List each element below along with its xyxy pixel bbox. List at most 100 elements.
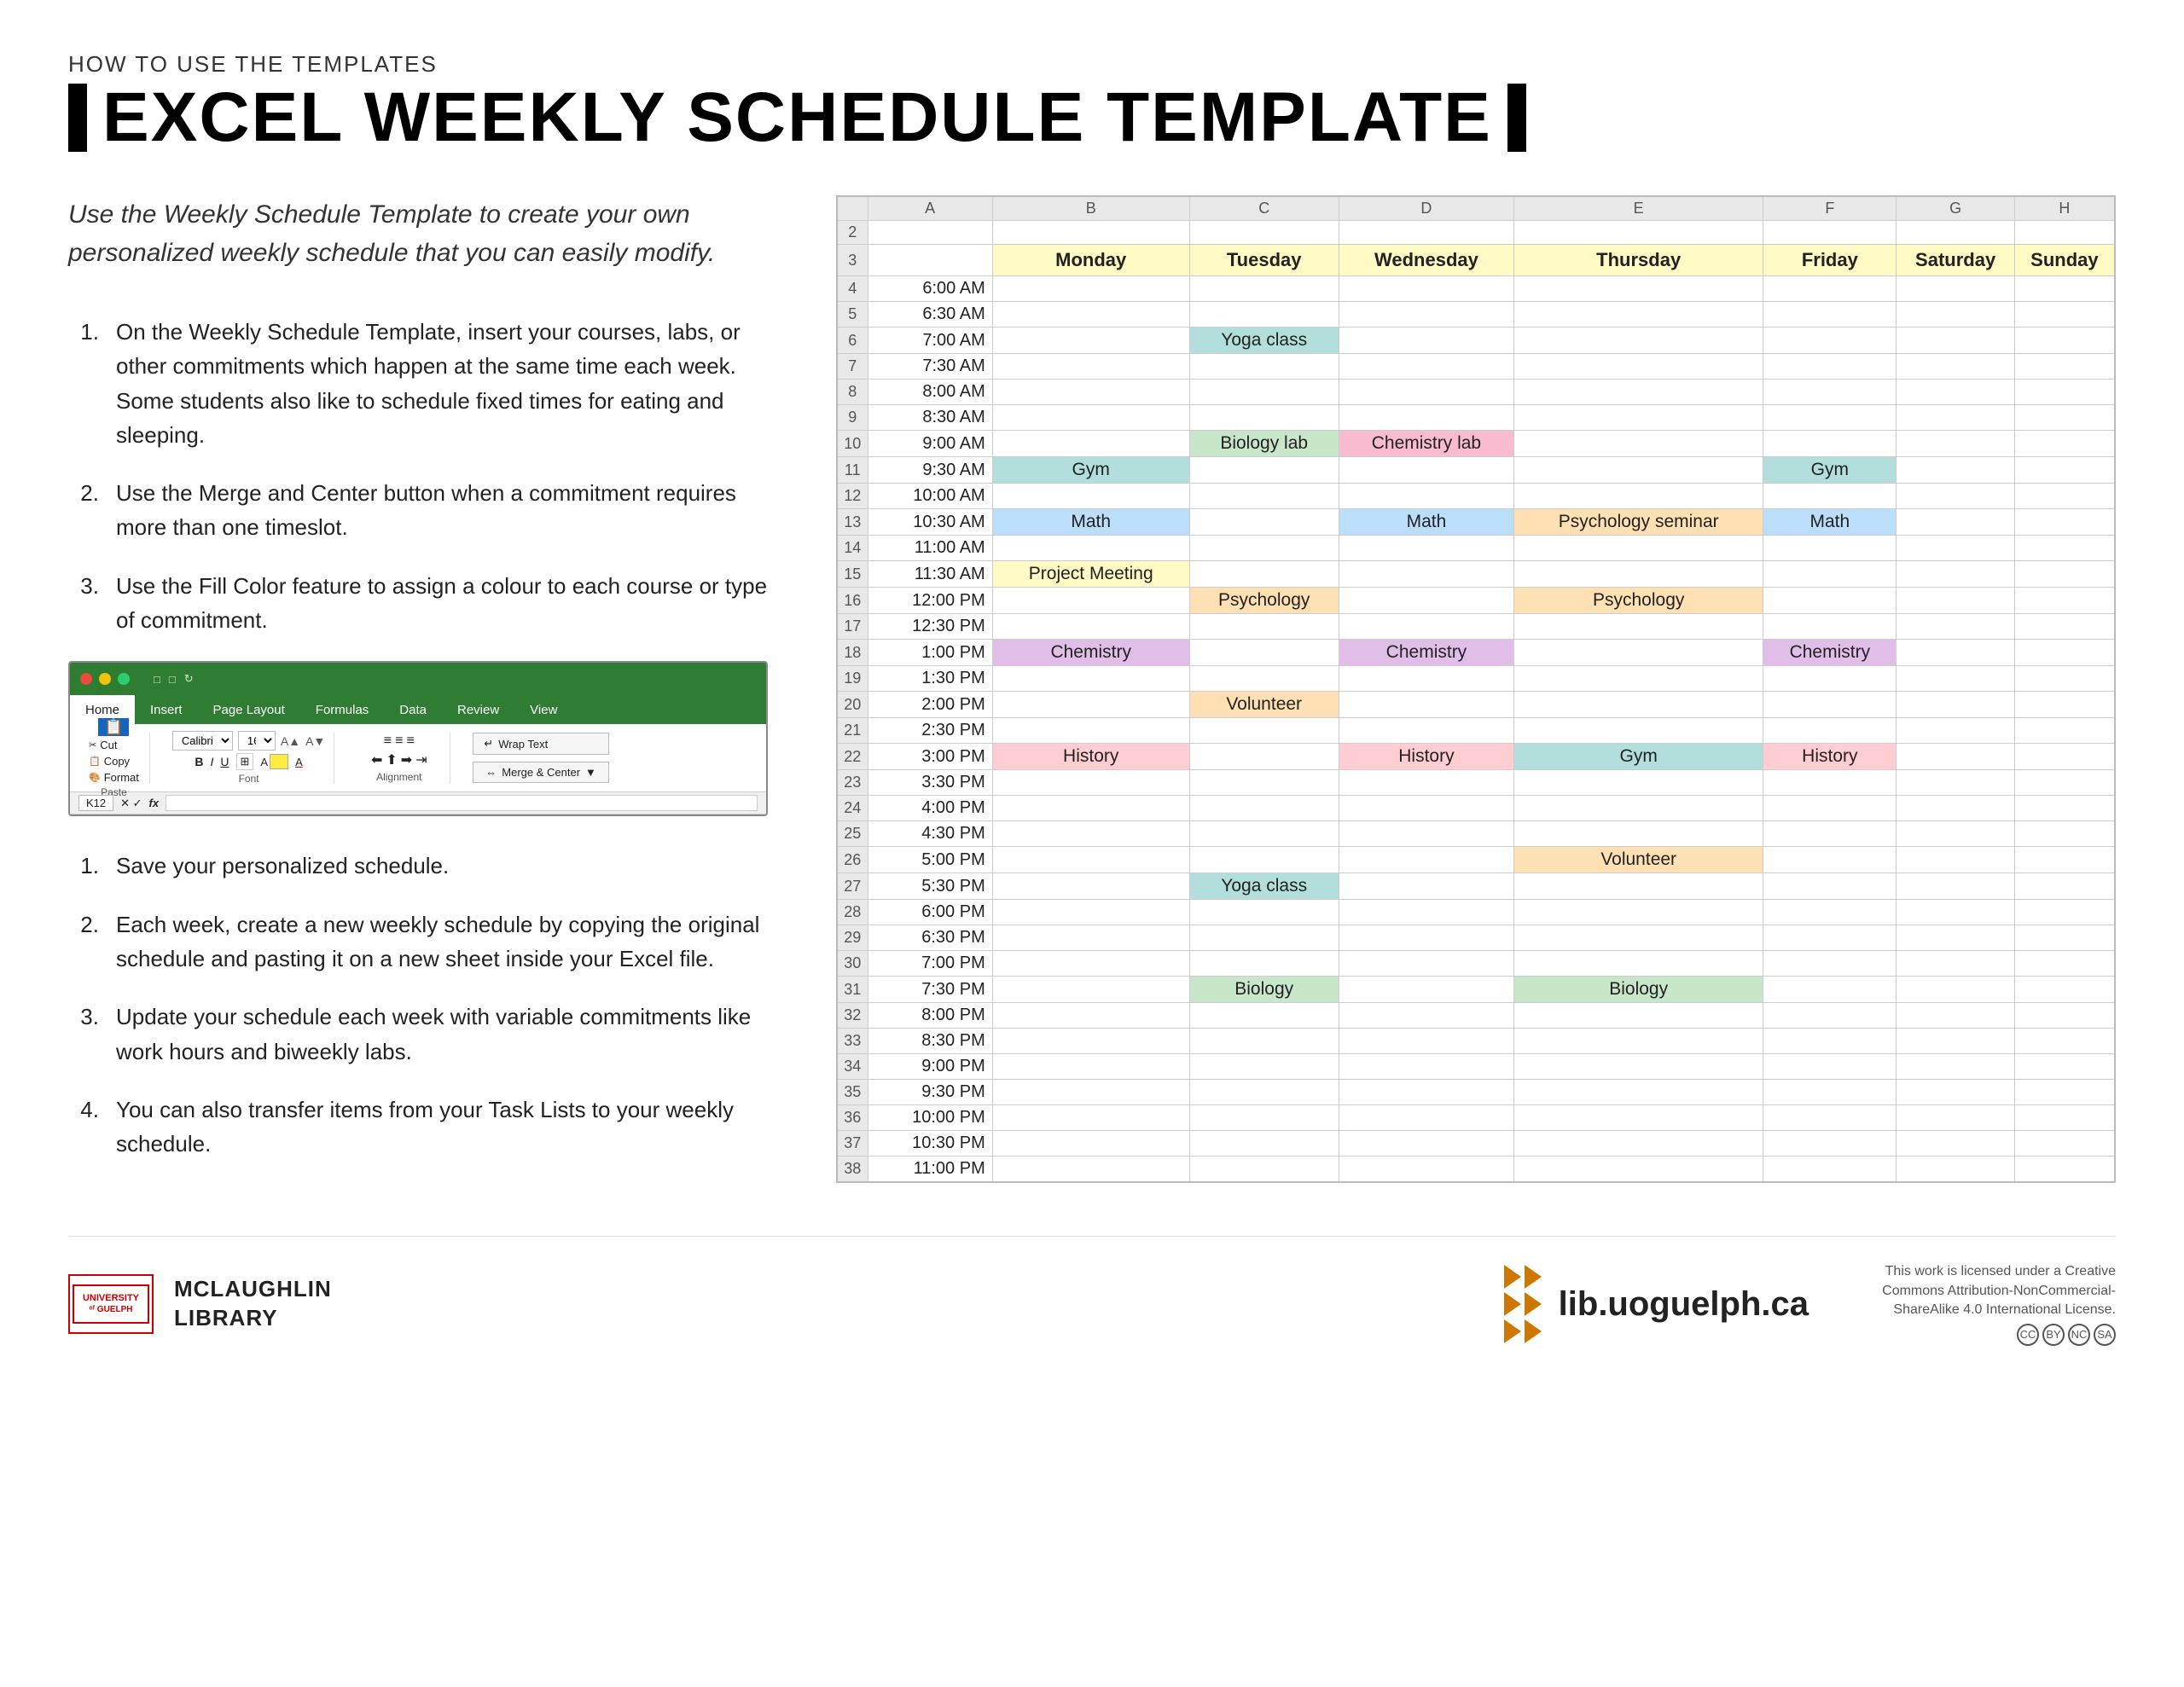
library-name: McLaughlin Library — [174, 1275, 332, 1333]
cell-18-6 — [2014, 640, 2115, 666]
cell-35-1 — [1189, 1080, 1339, 1105]
tab-data[interactable]: Data — [384, 695, 442, 724]
cell-31-4 — [1763, 977, 1896, 1003]
time-23: 3:30 PM — [868, 770, 992, 796]
cell-34-1 — [1189, 1054, 1339, 1080]
cell-22-5 — [1896, 744, 2014, 770]
cell-16-3: Psychology — [1514, 588, 1763, 614]
clipboard-buttons: ✂ Cut 📋 Copy 🎨 Format — [89, 739, 139, 784]
align-top-button[interactable]: ≡ — [384, 733, 392, 749]
cell-38-2 — [1339, 1157, 1513, 1183]
font-size-select[interactable]: 16 — [238, 731, 276, 751]
align-left-button[interactable]: ⬅ — [371, 751, 382, 768]
align-bottom-button[interactable]: ≡ — [406, 733, 414, 749]
cell-37-0 — [992, 1131, 1189, 1157]
grow-font-button[interactable]: A▲ — [281, 734, 300, 748]
cell-8-4 — [1763, 380, 1896, 405]
schedule-row-28: 286:00 PM — [837, 900, 2115, 925]
formula-input[interactable] — [166, 795, 758, 811]
row-num-35: 35 — [837, 1080, 868, 1105]
border-button[interactable]: ⊞ — [236, 753, 254, 770]
cell-27-0 — [992, 873, 1189, 900]
cell-20-2 — [1339, 692, 1513, 718]
tab-review[interactable]: Review — [442, 695, 514, 724]
cell-23-5 — [1896, 770, 2014, 796]
row-num-29: 29 — [837, 925, 868, 951]
schedule-row-8: 88:00 AM — [837, 380, 2115, 405]
align-right-button[interactable]: ➡ — [401, 751, 412, 768]
cell-21-2 — [1339, 718, 1513, 744]
font-name-select[interactable]: Calibri — [172, 731, 233, 751]
italic-button[interactable]: I — [211, 755, 214, 768]
align-row: ≡ ≡ ≡ — [384, 733, 415, 749]
step-1: On the Weekly Schedule Template, insert … — [68, 315, 768, 452]
bold-button[interactable]: B — [195, 755, 203, 768]
merge-dropdown-icon[interactable]: ▼ — [585, 766, 596, 779]
tab-formulas[interactable]: Formulas — [300, 695, 385, 724]
time-31: 7:30 PM — [868, 977, 992, 1003]
cut-button[interactable]: ✂ Cut — [89, 739, 139, 751]
align-center-button[interactable]: ⬆ — [386, 751, 397, 768]
row-num-6: 6 — [837, 328, 868, 354]
cell-13-5 — [1896, 509, 2014, 536]
schedule-row-15: 1511:30 AMProject Meeting — [837, 561, 2115, 588]
cell-5-0 — [992, 302, 1189, 328]
cell-4-2 — [1339, 276, 1513, 302]
format-button[interactable]: 🎨 Format — [89, 771, 139, 784]
cell-28-2 — [1339, 900, 1513, 925]
cell-21-6 — [2014, 718, 2115, 744]
copy-button[interactable]: 📋 Copy — [89, 755, 139, 768]
tab-insert[interactable]: Insert — [135, 695, 198, 724]
align-middle-button[interactable]: ≡ — [395, 733, 403, 749]
cell-10-6 — [2014, 431, 2115, 457]
time-38: 11:00 PM — [868, 1157, 992, 1183]
schedule-row-days: 3MondayTuesdayWednesdayThursdayFridaySat… — [837, 245, 2115, 276]
schedule-row-36: 3610:00 PM — [837, 1105, 2115, 1131]
schedule-row-9: 98:30 AM — [837, 405, 2115, 431]
highlight-color-button[interactable]: A — [260, 754, 288, 769]
cell-22-1 — [1189, 744, 1339, 770]
cell-10-3 — [1514, 431, 1763, 457]
cell-18-5 — [1896, 640, 2014, 666]
time-18: 1:00 PM — [868, 640, 992, 666]
toolbar-titlebar: □ □ ↻ — [70, 663, 766, 695]
merge-center-button[interactable]: ⇔ Merge & Center ▼ — [473, 762, 609, 783]
cell-25-2 — [1339, 821, 1513, 847]
row-num-8: 8 — [837, 380, 868, 405]
step-6: Update your schedule each week with vari… — [68, 1000, 768, 1069]
cell-21-5 — [1896, 718, 2014, 744]
font-group: Calibri 16 A▲ A▼ B I U ⊞ A — [164, 733, 334, 784]
tab-view[interactable]: View — [514, 695, 572, 724]
cell-19-1 — [1189, 666, 1339, 692]
cell-22-2: History — [1339, 744, 1513, 770]
col-a: A — [868, 196, 992, 221]
shrink-font-button[interactable]: A▼ — [305, 734, 325, 748]
clipboard-group: 📋 ✂ Cut 📋 Copy 🎨 Format — [78, 733, 150, 784]
cell-26-5 — [1896, 847, 2014, 873]
tab-page-layout[interactable]: Page Layout — [198, 695, 300, 724]
wrap-text-button[interactable]: ↵ Wrap Text — [473, 733, 609, 755]
step-5: Each week, create a new weekly schedule … — [68, 907, 768, 977]
underline-button[interactable]: U — [220, 755, 229, 768]
row-num-16: 16 — [837, 588, 868, 614]
time-15: 11:30 AM — [868, 561, 992, 588]
cell-7-6 — [2014, 354, 2115, 380]
row-num-38: 38 — [837, 1157, 868, 1183]
cell-31-2 — [1339, 977, 1513, 1003]
cell-38-5 — [1896, 1157, 2014, 1183]
row-num-4: 4 — [837, 276, 868, 302]
indent-button[interactable]: ⇥ — [415, 751, 427, 768]
cc-icons: CC BY NC SA — [1826, 1324, 2116, 1346]
cell-17-3 — [1514, 614, 1763, 640]
cell-34-0 — [992, 1054, 1189, 1080]
align-row2: ⬅ ⬆ ➡ ⇥ — [371, 751, 427, 768]
chevrons — [1504, 1265, 1542, 1343]
time-34: 9:00 PM — [868, 1054, 992, 1080]
maximize-dot — [118, 673, 130, 685]
cell-7-1 — [1189, 354, 1339, 380]
cell-6-5 — [1896, 328, 2014, 354]
cell-37-5 — [1896, 1131, 2014, 1157]
cell-7-3 — [1514, 354, 1763, 380]
font-color-button[interactable]: A — [295, 756, 303, 768]
row-num-22: 22 — [837, 744, 868, 770]
